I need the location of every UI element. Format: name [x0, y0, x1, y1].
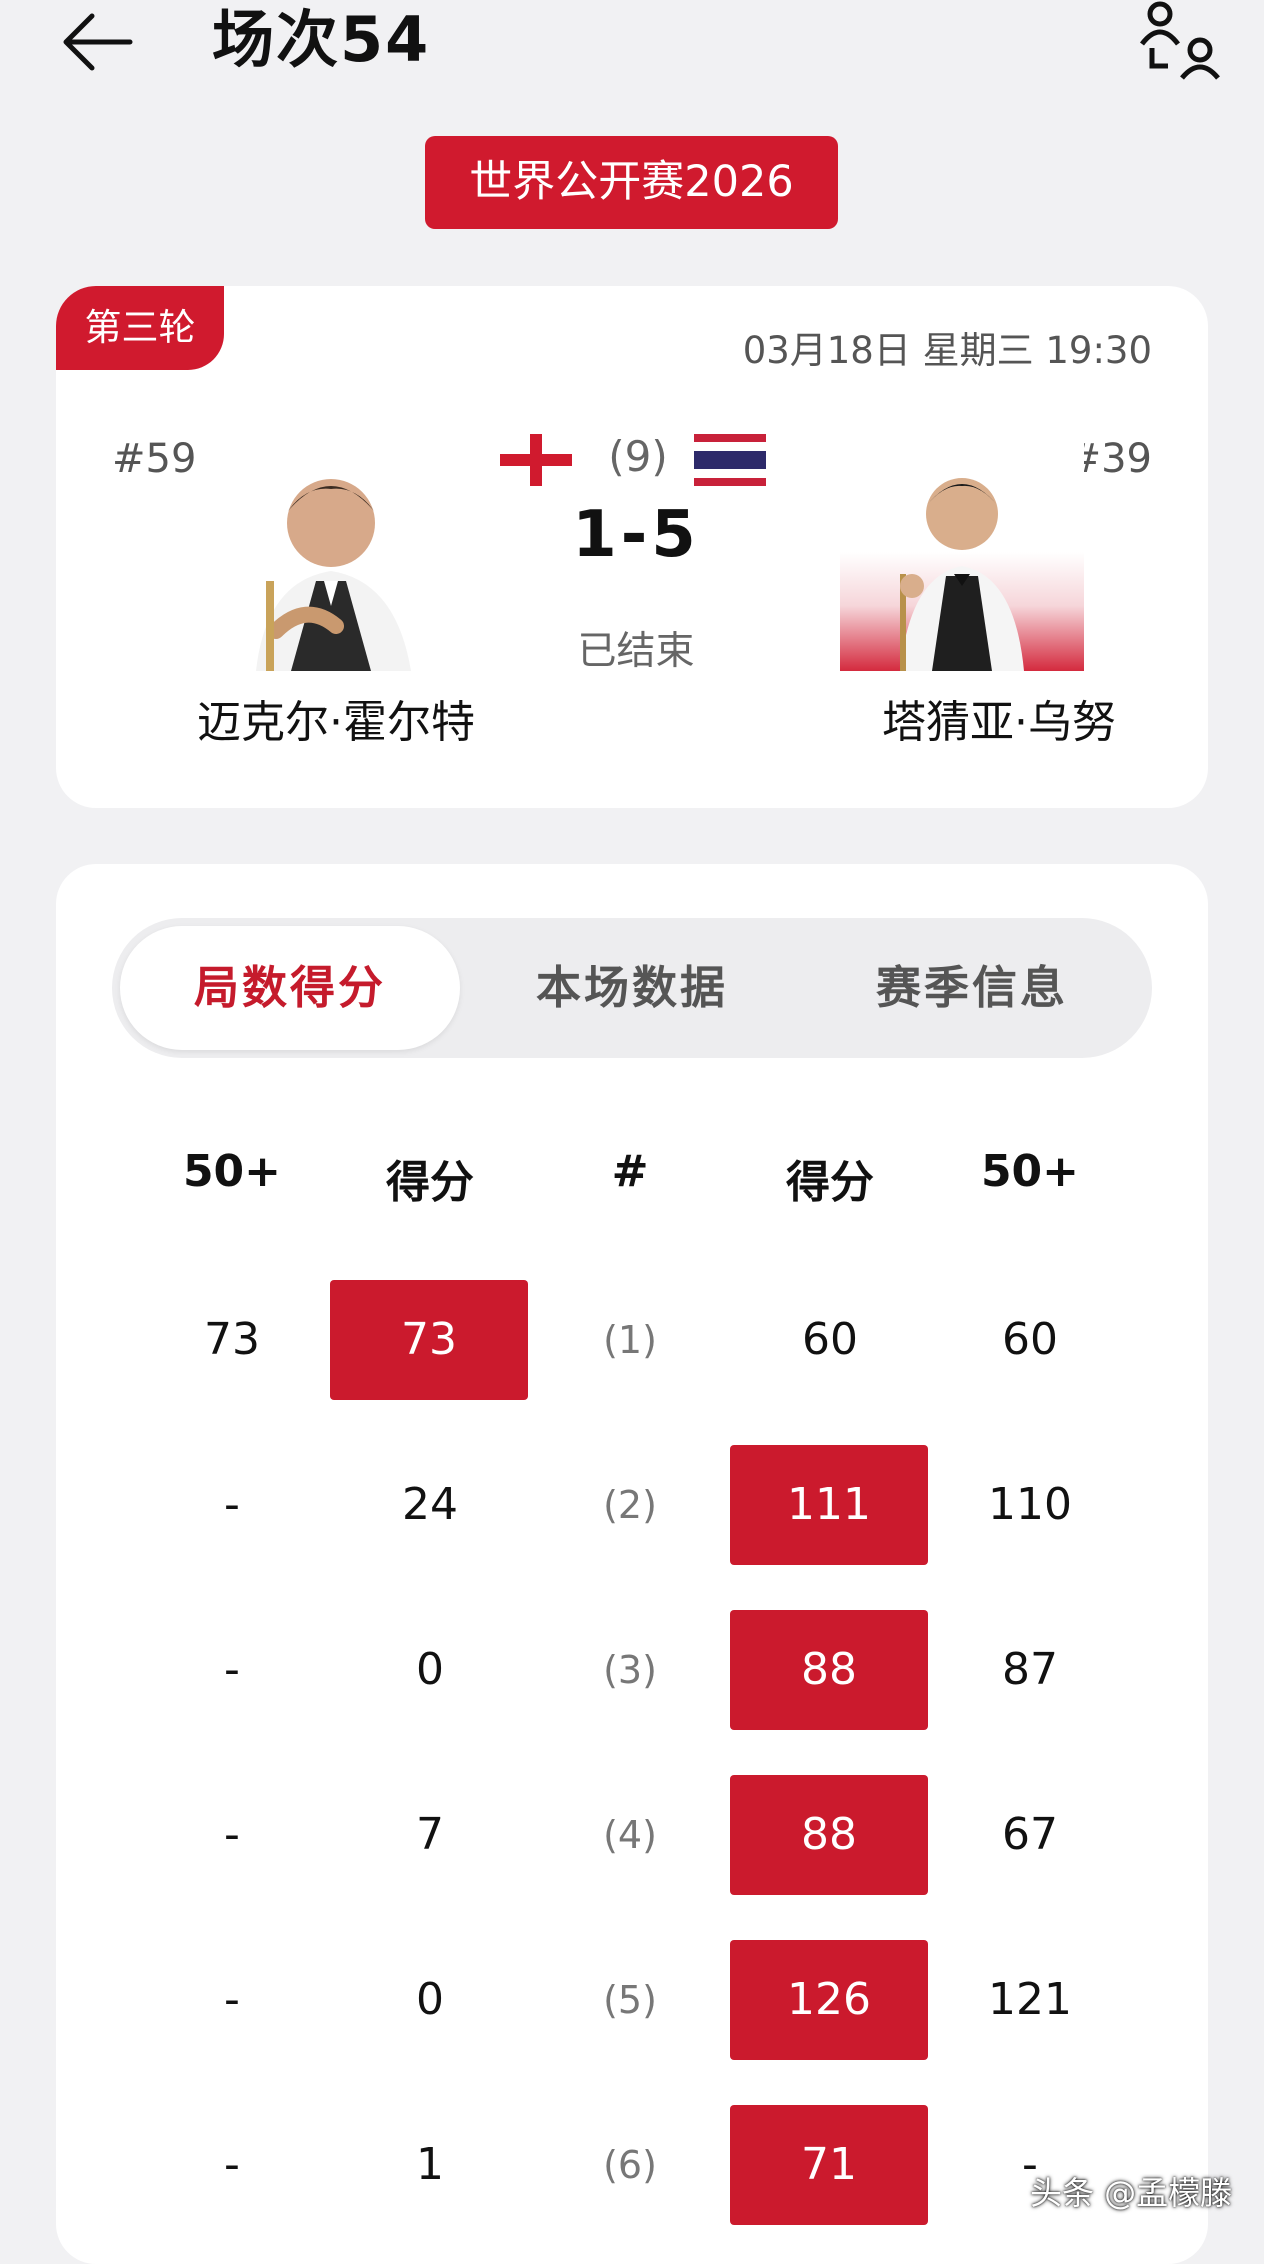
left-break-cell: - — [224, 1644, 240, 1695]
left-score-cell: 0 — [416, 1974, 444, 2025]
frame-number-cell: (5) — [603, 1978, 657, 2022]
header-frame-number: # — [611, 1146, 649, 1197]
table-row: - 24 (2) 111 110 — [0, 1445, 1264, 1565]
best-of-frames: (9) — [608, 432, 668, 481]
frame-number-cell: (3) — [603, 1648, 657, 1692]
match-card: 第三轮 03月18日 星期三 19:30 #59 #39 迈克尔·霍尔特 塔猜亚… — [56, 286, 1208, 808]
watermark: 头条 @孟檬滕 — [1030, 2174, 1233, 2212]
tab-season-info[interactable]: 赛季信息 — [802, 918, 1142, 1058]
header-left-score: 得分 — [386, 1157, 474, 1208]
player-right-avatar[interactable] — [840, 426, 1084, 671]
left-score-cell: 24 — [402, 1479, 458, 1530]
players-switch-button[interactable] — [1134, 0, 1226, 80]
right-score-cell: 126 — [730, 1940, 928, 2060]
table-row: - 7 (4) 88 67 — [0, 1775, 1264, 1895]
right-break-cell: 67 — [1002, 1809, 1058, 1860]
right-break-cell: 87 — [1002, 1644, 1058, 1695]
right-score-cell: 60 — [802, 1314, 858, 1365]
player-left-avatar[interactable] — [236, 431, 426, 671]
thailand-flag-icon — [694, 434, 766, 486]
right-break-cell: 60 — [1002, 1314, 1058, 1365]
left-break-cell: - — [224, 1974, 240, 2025]
right-score-cell: 111 — [730, 1445, 928, 1565]
left-score-cell: 0 — [416, 1644, 444, 1695]
page-title: 场次54 — [212, 3, 431, 76]
right-score-cell: 88 — [730, 1610, 928, 1730]
player-right-photo — [840, 426, 1084, 671]
match-score: 1-5 — [572, 498, 700, 572]
match-status: 已结束 — [577, 629, 695, 674]
frame-number-cell: (4) — [603, 1813, 657, 1857]
table-row: - 0 (3) 88 87 — [0, 1610, 1264, 1730]
right-break-cell: 110 — [988, 1479, 1072, 1530]
tab-match-stats[interactable]: 本场数据 — [462, 918, 802, 1058]
player-left-rank: #59 — [112, 436, 197, 482]
england-flag-icon — [500, 434, 572, 486]
player-right-name[interactable]: 塔猜亚·乌努 — [804, 686, 1194, 750]
arrow-left-icon — [63, 13, 133, 71]
table-row: 73 73 (1) 60 60 — [0, 1280, 1264, 1400]
left-break-cell: - — [224, 2139, 240, 2190]
left-break-cell: - — [224, 1809, 240, 1860]
player-left-name[interactable]: 迈克尔·霍尔特 — [141, 686, 531, 750]
frame-number-cell: (1) — [603, 1318, 657, 1362]
top-bar: 场次54 — [0, 0, 1264, 110]
frame-number-cell: (2) — [603, 1483, 657, 1527]
tab-frame-scores[interactable]: 局数得分 — [120, 926, 460, 1050]
left-score-cell: 7 — [416, 1809, 444, 1860]
players-switch-icon — [1140, 1, 1220, 80]
left-break-cell: 73 — [204, 1314, 260, 1365]
frame-number-cell: (6) — [603, 2143, 657, 2187]
header-right-break: 50+ — [980, 1146, 1080, 1197]
header-right-score: 得分 — [786, 1157, 874, 1208]
right-break-cell: 121 — [988, 1974, 1072, 2025]
match-datetime: 03月18日 星期三 19:30 — [742, 329, 1152, 372]
back-button[interactable] — [58, 6, 138, 76]
tab-bar: 局数得分 本场数据 赛季信息 — [112, 918, 1152, 1058]
tournament-badge[interactable]: 世界公开赛2026 — [425, 136, 838, 229]
round-tag: 第三轮 — [56, 286, 224, 370]
left-score-cell: 1 — [416, 2139, 444, 2190]
left-score-cell: 73 — [330, 1280, 528, 1400]
left-break-cell: - — [224, 1479, 240, 1530]
right-score-cell: 71 — [730, 2105, 928, 2225]
player-left-photo — [236, 431, 426, 671]
right-score-cell: 88 — [730, 1775, 928, 1895]
table-row: - 0 (5) 126 121 — [0, 1940, 1264, 2060]
header-left-break: 50+ — [182, 1146, 282, 1197]
